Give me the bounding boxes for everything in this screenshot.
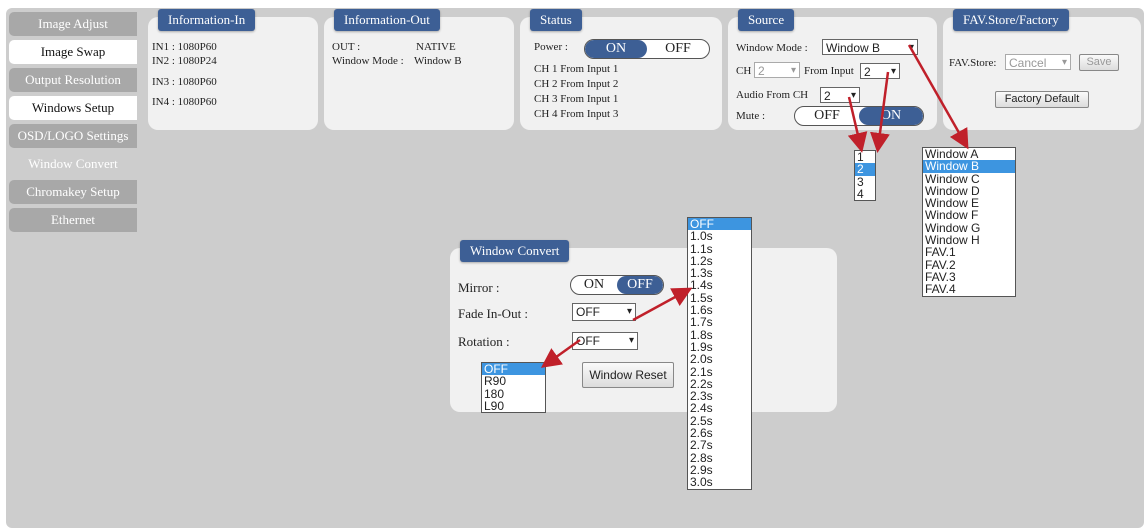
window-mode-dropdown-list[interactable]: Window A Window B Window C Window D Wind… (922, 147, 1016, 297)
out-label: OUT : (332, 41, 361, 53)
list-item[interactable]: FAV.1 (923, 246, 1015, 259)
sidebar-item-window-convert[interactable]: Window Convert (9, 152, 137, 176)
rotation-select[interactable]: OFF ▾ (572, 332, 638, 350)
mute-toggle[interactable]: OFF ON (794, 106, 924, 126)
mute-label: Mute : (736, 110, 766, 122)
input-dropdown-list[interactable]: 1 2 3 4 (854, 150, 876, 202)
save-button[interactable]: Save (1079, 54, 1119, 71)
window-mode-label: Window Mode : (736, 42, 808, 54)
fav-store-panel: FAV.Store/Factory FAV.Store: Cancel ▾ Sav… (943, 9, 1141, 130)
fav-store-select[interactable]: Cancel ▾ (1005, 54, 1071, 70)
window-mode-label: Window Mode : (332, 55, 404, 67)
from-input-label: From Input (804, 65, 854, 77)
chevron-down-icon: ▾ (626, 306, 632, 317)
from-input-select[interactable]: 2 ▾ (860, 63, 900, 79)
input-2-info: IN2 : 1080P24 (152, 55, 217, 67)
list-item[interactable]: Window B (923, 160, 1015, 173)
sidebar-item-ethernet[interactable]: Ethernet (9, 208, 137, 232)
panel-title: Source (738, 9, 795, 31)
power-toggle[interactable]: ON OFF (584, 39, 710, 59)
list-item[interactable]: 2.7s (688, 439, 751, 452)
ch-select[interactable]: 2 ▾ (754, 62, 800, 78)
list-item[interactable]: 1.4s (688, 279, 751, 292)
factory-default-button[interactable]: Factory Default (995, 91, 1089, 108)
list-item[interactable]: 4 (855, 188, 875, 201)
source-panel: Source Window Mode : Window B ▾ CH 2 ▾ Fro… (728, 9, 937, 130)
status-panel: Status Power : ON OFF CH 1 From Input 1 … (520, 9, 722, 130)
list-item[interactable]: 1.7s (688, 316, 751, 329)
rotation-label: Rotation : (458, 334, 510, 349)
chevron-down-icon: ▾ (890, 66, 896, 77)
mute-off[interactable]: OFF (795, 107, 859, 125)
panel-title: Status (530, 9, 582, 31)
list-item[interactable]: FAV.4 (923, 283, 1015, 296)
panel-title: FAV.Store/Factory (953, 9, 1069, 31)
list-item[interactable]: 2.0s (688, 353, 751, 366)
information-out-panel: Information-Out OUT : NATIVE Window Mode… (324, 9, 514, 130)
panel-title: Window Convert (460, 240, 570, 262)
ch2-status: CH 2 From Input 2 (534, 78, 619, 90)
list-item[interactable]: L90 (482, 400, 545, 413)
chevron-down-icon: ▾ (790, 65, 796, 76)
sidebar-item-osd-logo[interactable]: OSD/LOGO Settings (9, 124, 137, 148)
ch3-status: CH 3 From Input 1 (534, 93, 619, 105)
input-3-info: IN3 : 1080P60 (152, 76, 217, 88)
list-item[interactable]: 2.1s (688, 365, 751, 378)
chevron-down-icon: ▾ (1061, 57, 1067, 68)
fav-store-label: FAV.Store: (949, 57, 997, 69)
information-in-panel: Information-In IN1 : 1080P60 IN2 : 1080P… (148, 9, 318, 130)
fade-dropdown-list[interactable]: OFF 1.0s 1.1s 1.2s 1.3s 1.4s 1.5s 1.6s 1… (687, 217, 752, 490)
list-item[interactable]: 2.4s (688, 402, 751, 415)
list-item[interactable]: 2 (855, 163, 875, 176)
list-item[interactable]: R90 (482, 375, 545, 388)
ch-label: CH (736, 65, 752, 77)
list-item[interactable]: 3.0s (688, 476, 751, 489)
window-reset-button[interactable]: Window Reset (582, 362, 674, 388)
list-item[interactable]: 1.0s (688, 230, 751, 243)
mute-on[interactable]: ON (859, 107, 923, 125)
chevron-down-icon: ▾ (850, 90, 856, 101)
input-1-info: IN1 : 1080P60 (152, 41, 217, 53)
ch4-status: CH 4 From Input 3 (534, 108, 619, 120)
panel-title: Information-In (158, 9, 256, 31)
power-label: Power : (534, 41, 568, 53)
chevron-down-icon: ▾ (628, 335, 634, 346)
mirror-off[interactable]: OFF (617, 276, 663, 294)
rotation-dropdown-list[interactable]: OFF R90 180 L90 (481, 362, 546, 414)
list-item[interactable]: Window F (923, 209, 1015, 222)
mirror-label: Mirror : (458, 280, 500, 295)
ch1-status: CH 1 From Input 1 (534, 63, 619, 75)
sidebar-item-chromakey[interactable]: Chromakey Setup (9, 180, 137, 204)
sidebar-item-image-adjust[interactable]: Image Adjust (9, 12, 137, 36)
window-mode-value: Window B (414, 55, 462, 67)
power-off[interactable]: OFF (647, 40, 709, 58)
mirror-on[interactable]: ON (571, 276, 617, 294)
fade-select[interactable]: OFF ▾ (572, 303, 636, 321)
panel-title: Information-Out (334, 9, 440, 31)
audio-from-ch-label: Audio From CH (736, 89, 809, 101)
sidebar-item-windows-setup[interactable]: Windows Setup (9, 96, 137, 120)
window-mode-select[interactable]: Window B ▾ (822, 39, 918, 55)
chevron-down-icon: ▾ (908, 42, 914, 53)
audio-from-ch-select[interactable]: 2 ▾ (820, 87, 860, 103)
sidebar-item-image-swap[interactable]: Image Swap (9, 40, 137, 64)
sidebar-item-output-resolution[interactable]: Output Resolution (9, 68, 137, 92)
sidebar: Image Adjust Image Swap Output Resolutio… (9, 12, 137, 236)
fade-label: Fade In-Out : (458, 306, 529, 321)
input-4-info: IN4 : 1080P60 (152, 96, 217, 108)
out-value: NATIVE (416, 41, 456, 53)
power-on[interactable]: ON (585, 40, 647, 58)
mirror-toggle[interactable]: ON OFF (570, 275, 664, 295)
